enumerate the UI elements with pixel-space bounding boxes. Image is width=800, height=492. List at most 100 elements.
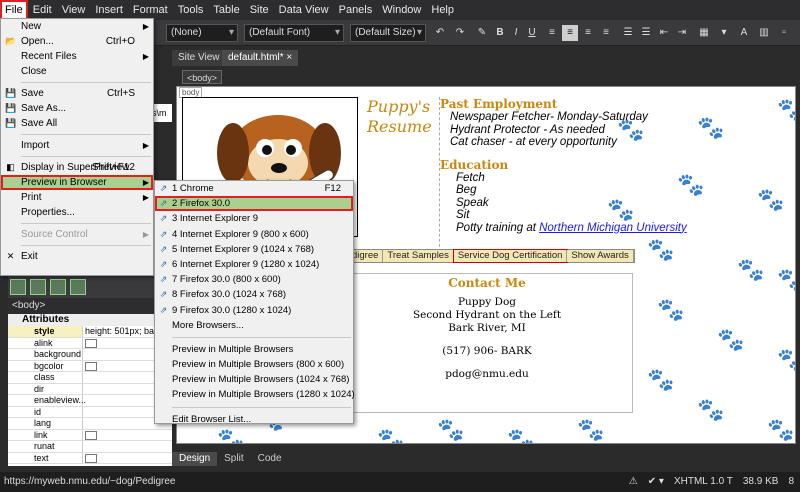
attribute-row-enableview[interactable]: enableview... bbox=[8, 395, 172, 407]
check-icon[interactable]: ✔ ▾ bbox=[648, 472, 664, 492]
align-center-icon[interactable]: ≡ bbox=[562, 25, 578, 41]
menu-format[interactable]: Format bbox=[128, 0, 173, 20]
attribute-row-style[interactable]: style height: 501px; ba... bbox=[8, 326, 172, 338]
preview-item-edit-browser-list[interactable]: Edit Browser List... bbox=[155, 412, 353, 427]
bold-button[interactable]: B bbox=[492, 25, 508, 41]
menu-tools[interactable]: Tools bbox=[173, 0, 209, 20]
tag-selector[interactable]: <body> bbox=[182, 70, 223, 84]
preview-item-preview-in-multiple-browsers[interactable]: Preview in Multiple Browsers bbox=[155, 342, 353, 357]
redo-icon[interactable]: ↷ bbox=[452, 25, 468, 41]
color-swatch[interactable] bbox=[85, 430, 97, 440]
nav-treat-samples[interactable]: Treat Samples bbox=[383, 250, 454, 262]
attributes-header[interactable]: Attributes bbox=[8, 314, 172, 326]
color-swatch[interactable] bbox=[85, 361, 97, 371]
size-select[interactable]: (Default Size) bbox=[350, 24, 426, 42]
justify-icon[interactable]: ≡ bbox=[598, 25, 614, 41]
preview-item-8-firefox-30-0-1024-x-768[interactable]: ⇗ 8 Firefox 30.0 (1024 x 768) bbox=[155, 287, 353, 302]
tab-code[interactable]: Code bbox=[251, 452, 289, 466]
preview-item-6-internet-explorer-9-1280-x-1024[interactable]: ⇗ 6 Internet Explorer 9 (1280 x 1024) bbox=[155, 257, 353, 272]
preview-item-2-firefox-30-0[interactable]: ⇗ 2 Firefox 30.0 bbox=[155, 196, 353, 212]
preview-item-5-internet-explorer-9-1024-x-768[interactable]: ⇗ 5 Internet Explorer 9 (1024 x 768) bbox=[155, 242, 353, 257]
file-menu-item-print[interactable]: Print ▶ bbox=[1, 190, 153, 205]
preview-item-9-firefox-30-0-1280-x-1024[interactable]: ⇗ 9 Firefox 30.0 (1280 x 1024) bbox=[155, 303, 353, 318]
numbered-list-icon[interactable]: ☰ bbox=[620, 25, 636, 41]
undo-icon[interactable]: ↶ bbox=[432, 25, 448, 41]
sort-icon[interactable] bbox=[30, 279, 46, 295]
attribute-row-runat[interactable]: runat bbox=[8, 441, 172, 453]
highlight-icon[interactable]: ▾ bbox=[716, 25, 732, 41]
color-swatch[interactable] bbox=[85, 453, 97, 463]
file-menu-item-preview-in-browser[interactable]: Preview in Browser ▶ bbox=[1, 175, 153, 190]
style-select[interactable]: (None) bbox=[166, 24, 238, 42]
attribute-value[interactable] bbox=[83, 430, 172, 441]
font-color-icon[interactable]: ✎ bbox=[474, 25, 490, 41]
file-menu-item-recent-files[interactable]: Recent Files ▶ bbox=[1, 49, 153, 64]
menu-panels[interactable]: Panels bbox=[334, 0, 378, 20]
font-select[interactable]: (Default Font) bbox=[244, 24, 344, 42]
italic-button[interactable]: I bbox=[508, 25, 524, 41]
menu-help[interactable]: Help bbox=[426, 0, 459, 20]
preview-item-1-chrome[interactable]: ⇗ 1 Chrome F12 bbox=[155, 181, 353, 196]
bullet-list-icon[interactable]: ☰ bbox=[638, 25, 654, 41]
warning-icon[interactable]: ⚠ bbox=[629, 472, 638, 492]
attribute-row-alink[interactable]: alink bbox=[8, 337, 172, 349]
align-left-icon[interactable]: ≡ bbox=[544, 25, 560, 41]
tab-site-view[interactable]: Site View bbox=[172, 50, 226, 66]
attribute-value[interactable] bbox=[83, 441, 172, 452]
file-menu-item-exit[interactable]: ✕ Exit bbox=[1, 249, 153, 264]
menu-file[interactable]: File bbox=[0, 0, 28, 20]
attribute-row-dir[interactable]: dir bbox=[8, 383, 172, 395]
attribute-value[interactable] bbox=[83, 453, 172, 464]
attribute-row-bgcolor[interactable]: bgcolor bbox=[8, 360, 172, 372]
menu-window[interactable]: Window bbox=[377, 0, 426, 20]
layer-icon[interactable]: ▥ bbox=[756, 25, 772, 41]
file-menu-item-import[interactable]: Import ▶ bbox=[1, 138, 153, 153]
attribute-row-lang[interactable]: lang bbox=[8, 418, 172, 430]
menu-insert[interactable]: Insert bbox=[90, 0, 128, 20]
table-icon[interactable]: ▦ bbox=[696, 25, 712, 41]
nmu-link[interactable]: Northern Michigan University bbox=[539, 222, 687, 234]
indent-icon[interactable]: ⇥ bbox=[674, 25, 690, 41]
file-menu-item-properties[interactable]: Properties... bbox=[1, 205, 153, 220]
file-menu-item-close[interactable]: Close bbox=[1, 64, 153, 79]
contact-section[interactable]: Contact Me Puppy Dog Second Hydrant on t… bbox=[341, 273, 633, 413]
categorize-icon[interactable] bbox=[10, 279, 26, 295]
file-menu-item-save-all[interactable]: 💾 Save All bbox=[1, 116, 153, 131]
menu-view[interactable]: View bbox=[57, 0, 91, 20]
file-menu-item-display-in-superpreview[interactable]: ◧ Display in SuperPreview Shift+F12 bbox=[1, 160, 153, 175]
nav-service-dog[interactable]: Service Dog Certification bbox=[452, 249, 569, 263]
doctype-label[interactable]: XHTML 1.0 T bbox=[674, 472, 733, 492]
preview-item-3-internet-explorer-9[interactable]: ⇗ 3 Internet Explorer 9 bbox=[155, 211, 353, 226]
file-menu-item-save[interactable]: 💾 Save Ctrl+S bbox=[1, 86, 153, 101]
tab-default-html[interactable]: default.html* × bbox=[222, 50, 299, 66]
attribute-row-background[interactable]: background bbox=[8, 349, 172, 361]
preview-item-4-internet-explorer-9-800-x-600[interactable]: ⇗ 4 Internet Explorer 9 (800 x 600) bbox=[155, 227, 353, 242]
attribute-row-link[interactable]: link bbox=[8, 429, 172, 441]
text-color-icon[interactable]: A bbox=[736, 25, 752, 41]
align-right-icon[interactable]: ≡ bbox=[580, 25, 596, 41]
file-menu-item-new[interactable]: New ▶ bbox=[1, 19, 153, 34]
underline-button[interactable]: U bbox=[524, 25, 540, 41]
color-swatch[interactable] bbox=[85, 338, 97, 348]
close-icon[interactable]: × bbox=[286, 52, 292, 63]
preview-item-7-firefox-30-0-800-x-600[interactable]: ⇗ 7 Firefox 30.0 (800 x 600) bbox=[155, 272, 353, 287]
tab-design[interactable]: Design bbox=[172, 452, 218, 466]
menu-data-view[interactable]: Data View bbox=[274, 0, 334, 20]
show-set-icon[interactable] bbox=[50, 279, 66, 295]
tab-split[interactable]: Split bbox=[217, 452, 250, 466]
nav-show-awards[interactable]: Show Awards bbox=[567, 250, 634, 262]
file-menu-item-open[interactable]: 📂 Open... Ctrl+O bbox=[1, 34, 153, 49]
attribute-row-id[interactable]: id bbox=[8, 406, 172, 418]
menu-table[interactable]: Table bbox=[208, 0, 244, 20]
menu-site[interactable]: Site bbox=[245, 0, 274, 20]
preview-item-preview-in-multiple-browsers-800-x-600[interactable]: Preview in Multiple Browsers (800 x 600) bbox=[155, 357, 353, 372]
toolbar-options-icon[interactable]: ▫ bbox=[776, 25, 792, 41]
menu-edit[interactable]: Edit bbox=[28, 0, 57, 20]
preview-item-preview-in-multiple-browsers-1024-x-768[interactable]: Preview in Multiple Browsers (1024 x 768… bbox=[155, 372, 353, 387]
resume-section[interactable]: Past Employment Newspaper Fetcher- Monda… bbox=[439, 97, 795, 252]
attribute-row-text[interactable]: text bbox=[8, 452, 172, 464]
attribute-row-class[interactable]: class bbox=[8, 372, 172, 384]
properties-icon[interactable] bbox=[70, 279, 86, 295]
preview-item-preview-in-multiple-browsers-1280-x-1024[interactable]: Preview in Multiple Browsers (1280 x 102… bbox=[155, 387, 355, 402]
outdent-icon[interactable]: ⇤ bbox=[656, 25, 672, 41]
